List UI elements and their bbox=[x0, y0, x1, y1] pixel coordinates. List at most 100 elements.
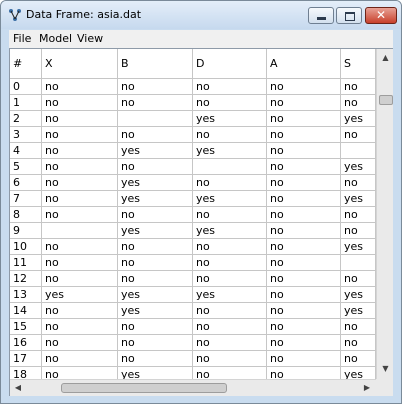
table-cell[interactable]: no bbox=[267, 127, 341, 143]
table-cell[interactable]: no bbox=[341, 95, 376, 111]
row-index-cell[interactable]: 11 bbox=[10, 255, 42, 271]
table-cell[interactable]: yes bbox=[118, 143, 193, 159]
table-cell[interactable]: no bbox=[118, 159, 193, 175]
table-cell[interactable]: no bbox=[193, 271, 267, 287]
table-cell[interactable] bbox=[341, 143, 376, 159]
column-header[interactable]: X bbox=[42, 49, 118, 79]
table-cell[interactable] bbox=[118, 111, 193, 127]
table-cell[interactable]: no bbox=[193, 319, 267, 335]
table-cell[interactable]: no bbox=[118, 351, 193, 367]
table-cell[interactable]: no bbox=[341, 207, 376, 223]
scroll-left-icon[interactable]: ◀ bbox=[13, 382, 23, 394]
table-cell[interactable]: no bbox=[267, 335, 341, 351]
vertical-scroll-thumb[interactable] bbox=[379, 95, 393, 105]
menu-file[interactable]: File bbox=[13, 32, 31, 45]
table-cell[interactable]: no bbox=[118, 335, 193, 351]
horizontal-scrollbar[interactable]: ◀ ▶ bbox=[10, 379, 376, 396]
table-cell[interactable]: no bbox=[42, 79, 118, 95]
table-cell[interactable]: no bbox=[42, 175, 118, 191]
row-index-cell[interactable]: 7 bbox=[10, 191, 42, 207]
title-bar[interactable]: Data Frame: asia.dat ✕ bbox=[1, 1, 401, 29]
row-index-cell[interactable]: 6 bbox=[10, 175, 42, 191]
table-cell[interactable]: yes bbox=[42, 287, 118, 303]
table-cell[interactable]: no bbox=[118, 255, 193, 271]
row-index-cell[interactable]: 9 bbox=[10, 223, 42, 239]
table-cell[interactable]: no bbox=[267, 191, 341, 207]
table-cell[interactable]: no bbox=[267, 239, 341, 255]
menu-view[interactable]: View bbox=[77, 32, 103, 45]
scroll-right-icon[interactable]: ▶ bbox=[362, 382, 372, 394]
table-cell[interactable]: no bbox=[118, 207, 193, 223]
table-cell[interactable]: no bbox=[341, 127, 376, 143]
table-cell[interactable]: yes bbox=[341, 111, 376, 127]
row-index-cell[interactable]: 15 bbox=[10, 319, 42, 335]
close-button[interactable]: ✕ bbox=[365, 7, 397, 24]
table-cell[interactable]: no bbox=[267, 367, 341, 379]
table-cell[interactable]: no bbox=[42, 351, 118, 367]
row-index-cell[interactable]: 18 bbox=[10, 367, 42, 379]
table-cell[interactable]: yes bbox=[341, 191, 376, 207]
table-cell[interactable]: no bbox=[42, 143, 118, 159]
row-index-cell[interactable]: 13 bbox=[10, 287, 42, 303]
table-cell[interactable]: no bbox=[267, 143, 341, 159]
table-cell[interactable]: no bbox=[193, 255, 267, 271]
table-cell[interactable]: no bbox=[267, 175, 341, 191]
table-cell[interactable]: no bbox=[267, 159, 341, 175]
table-cell[interactable]: no bbox=[267, 287, 341, 303]
table-cell[interactable]: no bbox=[341, 223, 376, 239]
table-cell[interactable]: yes bbox=[193, 111, 267, 127]
table-cell[interactable]: yes bbox=[341, 367, 376, 379]
scroll-down-icon[interactable]: ▼ bbox=[379, 364, 392, 374]
row-index-cell[interactable]: 10 bbox=[10, 239, 42, 255]
row-index-cell[interactable]: 8 bbox=[10, 207, 42, 223]
table-cell[interactable]: no bbox=[42, 255, 118, 271]
maximize-button[interactable] bbox=[336, 7, 362, 24]
table-cell[interactable]: no bbox=[42, 111, 118, 127]
row-index-cell[interactable]: 17 bbox=[10, 351, 42, 367]
table-cell[interactable]: no bbox=[193, 335, 267, 351]
table-cell[interactable]: no bbox=[118, 79, 193, 95]
row-index-cell[interactable]: 0 bbox=[10, 79, 42, 95]
table-cell[interactable]: no bbox=[267, 303, 341, 319]
table-cell[interactable]: no bbox=[267, 271, 341, 287]
row-index-cell[interactable]: 12 bbox=[10, 271, 42, 287]
table-cell[interactable] bbox=[341, 255, 376, 271]
row-index-cell[interactable]: 2 bbox=[10, 111, 42, 127]
table-cell[interactable]: yes bbox=[193, 223, 267, 239]
table-cell[interactable]: no bbox=[42, 319, 118, 335]
table-cell[interactable]: no bbox=[193, 367, 267, 379]
table-cell[interactable]: no bbox=[267, 79, 341, 95]
table-cell[interactable]: no bbox=[42, 127, 118, 143]
table-cell[interactable]: yes bbox=[118, 367, 193, 379]
table-cell[interactable]: no bbox=[118, 239, 193, 255]
table-cell[interactable]: no bbox=[118, 95, 193, 111]
table-cell[interactable]: no bbox=[42, 367, 118, 379]
table-cell[interactable] bbox=[42, 223, 118, 239]
table-cell[interactable]: no bbox=[193, 95, 267, 111]
table-cell[interactable]: no bbox=[341, 271, 376, 287]
table-cell[interactable]: yes bbox=[118, 223, 193, 239]
table-cell[interactable]: no bbox=[341, 319, 376, 335]
column-header[interactable]: B bbox=[118, 49, 193, 79]
table-cell[interactable]: no bbox=[341, 79, 376, 95]
table-cell[interactable]: no bbox=[118, 271, 193, 287]
table-cell[interactable]: yes bbox=[118, 175, 193, 191]
row-index-cell[interactable]: 3 bbox=[10, 127, 42, 143]
table-cell[interactable]: no bbox=[42, 271, 118, 287]
table-cell[interactable]: no bbox=[341, 351, 376, 367]
minimize-button[interactable] bbox=[308, 7, 334, 24]
table-cell[interactable]: yes bbox=[341, 287, 376, 303]
table-cell[interactable]: no bbox=[267, 111, 341, 127]
table-cell[interactable]: yes bbox=[118, 191, 193, 207]
table-cell[interactable]: yes bbox=[118, 303, 193, 319]
table-cell[interactable]: no bbox=[42, 239, 118, 255]
table-cell[interactable]: no bbox=[118, 127, 193, 143]
row-index-cell[interactable]: 4 bbox=[10, 143, 42, 159]
table-cell[interactable]: no bbox=[267, 319, 341, 335]
table-cell[interactable]: yes bbox=[118, 287, 193, 303]
row-index-cell[interactable]: 16 bbox=[10, 335, 42, 351]
table-cell[interactable]: no bbox=[267, 95, 341, 111]
table-cell[interactable]: no bbox=[42, 303, 118, 319]
table-cell[interactable]: no bbox=[42, 191, 118, 207]
table-cell[interactable]: yes bbox=[341, 239, 376, 255]
